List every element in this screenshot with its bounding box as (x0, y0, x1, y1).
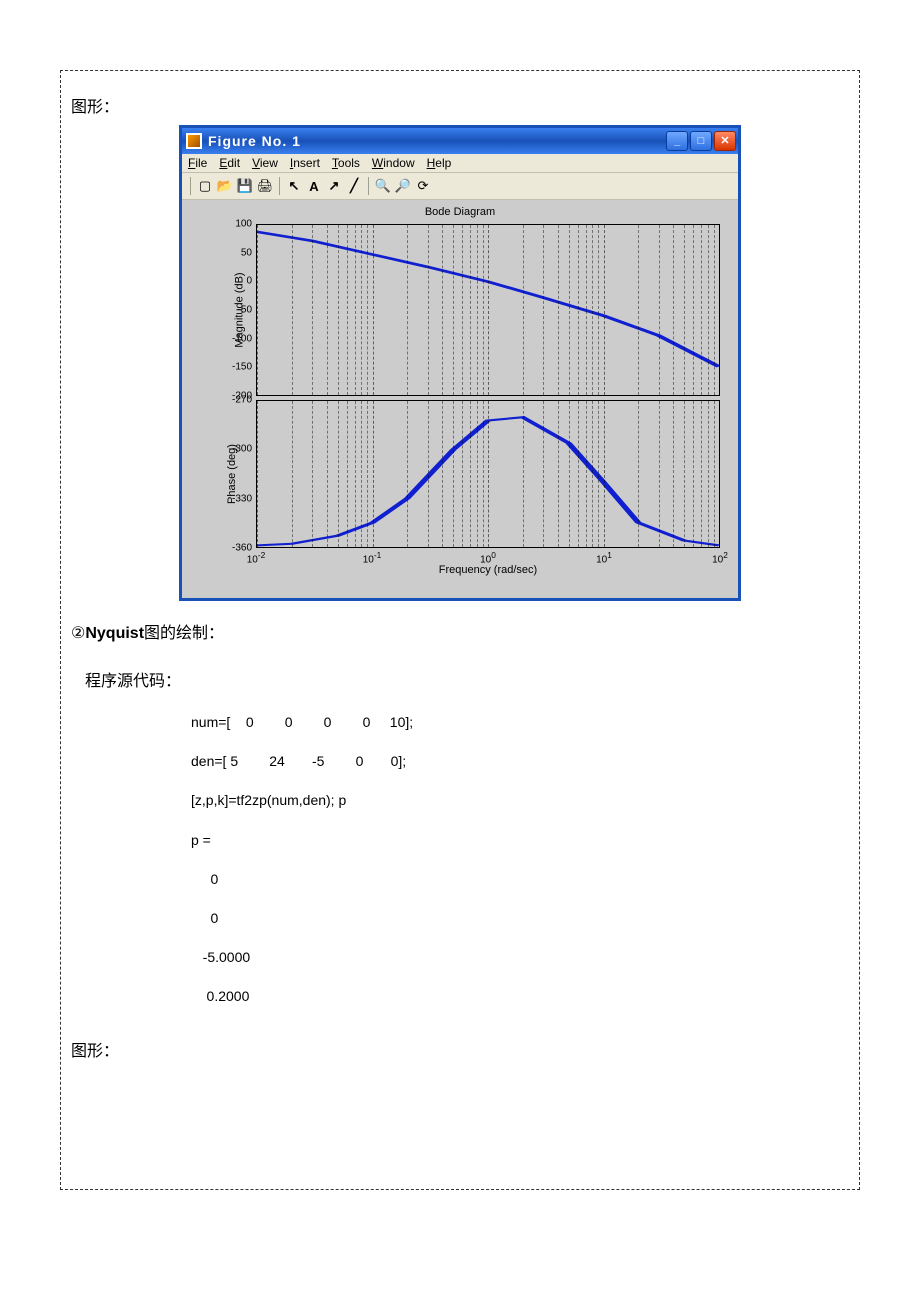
nyquist-bold: Nyquist (85, 625, 144, 642)
ytick: -50 (238, 305, 256, 316)
arrow-pointer-icon[interactable]: ↖ (284, 177, 304, 195)
ytick: -270 (232, 395, 256, 406)
print-icon[interactable]: 🖨 (255, 177, 275, 195)
menu-insert[interactable]: Insert (290, 156, 320, 170)
code-line: 0 (191, 899, 849, 938)
menu-edit[interactable]: Edit (219, 156, 240, 170)
line-icon[interactable]: ╱ (344, 177, 364, 195)
minimize-button[interactable]: _ (666, 131, 688, 151)
code-line: 0 (191, 860, 849, 899)
zoom-in-icon[interactable]: 🔍 (373, 177, 393, 195)
xtick: 10-2 (247, 548, 266, 565)
ytick: -300 (232, 444, 256, 455)
xtick: 100 (480, 548, 496, 565)
matlab-figure-window: Figure No. 1 _ □ ✕ File Edit View Insert… (179, 125, 741, 601)
menu-view[interactable]: View (252, 156, 278, 170)
figure-label-top: 图形： (71, 93, 849, 117)
code-line: 0.2000 (191, 977, 849, 1016)
magnitude-axes: Magnitude (dB) 100500-50-100-150-200 (256, 224, 720, 396)
plot-title: Bode Diagram (182, 206, 738, 218)
close-button[interactable]: ✕ (714, 131, 736, 151)
menu-file[interactable]: File (188, 156, 207, 170)
text-a-icon[interactable]: A (304, 177, 324, 195)
phase-box (256, 400, 720, 548)
xtick: 102 (712, 548, 728, 565)
code-line: den=[ 5 24 -5 0 0]; (191, 742, 849, 781)
menu-bar: File Edit View Insert Tools Window Help (182, 154, 738, 173)
arrow-ne-icon[interactable]: ↗ (324, 177, 344, 195)
page: 图形： Figure No. 1 _ □ ✕ File Edit View (0, 0, 920, 1303)
zoom-out-icon[interactable]: 🔎 (393, 177, 413, 195)
code-line: p = (191, 821, 849, 860)
ytick: 100 (235, 219, 256, 230)
magnitude-box (256, 224, 720, 396)
source-code-label: 程序源代码： (85, 667, 849, 691)
new-file-icon[interactable]: ▢ (195, 177, 215, 195)
code-block: num=[ 0 0 0 0 10];den=[ 5 24 -5 0 0];[z,… (191, 703, 849, 1017)
window-titlebar: Figure No. 1 _ □ ✕ (182, 128, 738, 154)
matlab-app-icon (186, 133, 202, 149)
window-title: Figure No. 1 (208, 133, 666, 149)
menu-window[interactable]: Window (372, 156, 415, 170)
menu-help[interactable]: Help (427, 156, 452, 170)
nyquist-heading: ②Nyquist图的绘制： (71, 619, 849, 643)
phase-axes: Phase (deg) Frequency (rad/sec) -270-300… (256, 400, 720, 548)
ytick: -330 (232, 493, 256, 504)
figure-wrapper: Figure No. 1 _ □ ✕ File Edit View Insert… (71, 125, 849, 601)
code-line: num=[ 0 0 0 0 10]; (191, 703, 849, 742)
ytick: 50 (241, 247, 256, 258)
window-buttons: _ □ ✕ (666, 131, 736, 151)
code-line: -5.0000 (191, 938, 849, 977)
maximize-button[interactable]: □ (690, 131, 712, 151)
xtick: 101 (596, 548, 612, 565)
circled-number: ② (71, 625, 85, 642)
plot-area: Bode Diagram Magnitude (dB) 100500-50-10… (182, 200, 738, 598)
ytick: -100 (232, 333, 256, 344)
toolbar: ▢ 📂 💾 🖨 ↖ A ↗ ╱ 🔍 🔎 ⟳ (182, 173, 738, 200)
content-frame: 图形： Figure No. 1 _ □ ✕ File Edit View (60, 70, 860, 1190)
save-icon[interactable]: 💾 (235, 177, 255, 195)
nyquist-suffix: 图的绘制： (144, 625, 224, 642)
open-folder-icon[interactable]: 📂 (215, 177, 235, 195)
code-line: [z,p,k]=tf2zp(num,den); p (191, 781, 849, 820)
menu-tools[interactable]: Tools (332, 156, 360, 170)
ytick: 0 (246, 276, 256, 287)
rotate-icon[interactable]: ⟳ (413, 177, 433, 195)
xtick: 10-1 (363, 548, 382, 565)
figure-label-bottom: 图形： (71, 1037, 849, 1061)
ytick: -150 (232, 362, 256, 373)
